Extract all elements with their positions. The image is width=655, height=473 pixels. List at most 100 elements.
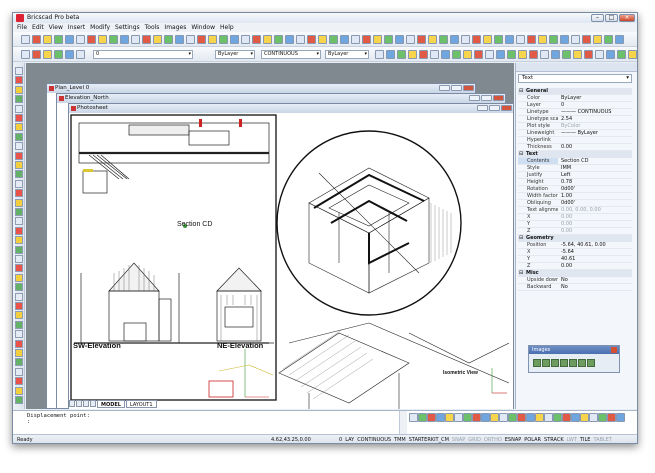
snap-tool-icon-7[interactable] bbox=[463, 413, 472, 422]
draw-tool-icon-13[interactable] bbox=[15, 179, 23, 188]
image-frame-icon[interactable] bbox=[560, 359, 568, 367]
toolbar-tool-icon-32[interactable] bbox=[362, 35, 371, 44]
snap-tool-icon-15[interactable] bbox=[535, 413, 544, 422]
prop-value[interactable]: ByLayer bbox=[558, 95, 632, 101]
prop-value[interactable]: 40.61 bbox=[558, 256, 632, 262]
prop-value[interactable]: 0d00' bbox=[558, 200, 632, 206]
status-toggle-tile[interactable]: TILE bbox=[580, 435, 590, 443]
toolbar-tool-icon-40[interactable] bbox=[450, 35, 459, 44]
snap-tool-icon-14[interactable] bbox=[526, 413, 535, 422]
status-toggle-polar[interactable]: POLAR bbox=[524, 435, 541, 443]
menu-help[interactable]: Help bbox=[220, 23, 239, 32]
toolbar-tool-icon-55[interactable] bbox=[615, 35, 624, 44]
prop-row[interactable]: Hyperlink bbox=[518, 137, 632, 144]
view-tool-icon-8[interactable] bbox=[452, 50, 461, 59]
draw-tool-icon-10[interactable] bbox=[15, 151, 23, 160]
prop-row[interactable]: Layer 0 bbox=[518, 102, 632, 109]
draw-tool-icon-2[interactable] bbox=[15, 76, 23, 85]
draw-tool-icon-24[interactable] bbox=[15, 283, 23, 292]
prop-value[interactable]: No bbox=[558, 277, 632, 283]
prop-section-geometry[interactable]: Geometry bbox=[518, 235, 632, 242]
status-toggle-ortho[interactable]: ORTHO bbox=[484, 435, 502, 443]
snap-tool-icon-22[interactable] bbox=[598, 413, 607, 422]
toolbar-tool-icon-22[interactable] bbox=[252, 35, 261, 44]
menu-images[interactable]: Images bbox=[164, 23, 191, 32]
draw-tool-icon-3[interactable] bbox=[15, 85, 23, 94]
view-tool-icon-19[interactable] bbox=[573, 50, 582, 59]
maximize-button[interactable]: □ bbox=[605, 14, 618, 22]
doc-close-button[interactable] bbox=[501, 105, 512, 111]
view-tool-icon-2[interactable] bbox=[386, 50, 395, 59]
snap-tool-icon-23[interactable] bbox=[607, 413, 616, 422]
toolbar-tool-icon-41[interactable] bbox=[461, 35, 470, 44]
menu-insert[interactable]: Insert bbox=[68, 23, 90, 32]
snap-tool-icon-13[interactable] bbox=[517, 413, 526, 422]
status-toggle-tablet[interactable]: TABLET bbox=[593, 435, 612, 443]
toolbar-tool-icon-24[interactable] bbox=[274, 35, 283, 44]
prop-row[interactable]: Position -5.64, 40.61, 0.00 bbox=[518, 242, 632, 249]
prop-section-text[interactable]: Text bbox=[518, 151, 632, 158]
view-tool-icon-18[interactable] bbox=[562, 50, 571, 59]
snap-tool-icon-8[interactable] bbox=[472, 413, 481, 422]
toolbar-tool-icon-5[interactable] bbox=[65, 35, 74, 44]
prop-value[interactable]: 0.00, 0.00, 0.00 bbox=[558, 207, 632, 213]
toolbar-tool-icon-10[interactable] bbox=[120, 35, 129, 44]
toolbar-tool-icon-54[interactable] bbox=[604, 35, 613, 44]
toolbar-tool-icon-33[interactable] bbox=[373, 35, 382, 44]
status-toggle-snap[interactable]: SNAP bbox=[452, 435, 465, 443]
snap-tool-icon-16[interactable] bbox=[544, 413, 553, 422]
prop-section-misc[interactable]: Misc bbox=[518, 270, 632, 277]
draw-tool-icon-18[interactable] bbox=[15, 226, 23, 235]
draw-tool-icon-35[interactable] bbox=[15, 386, 23, 395]
prop-row[interactable]: Lineweight ——— ByLayer bbox=[518, 130, 632, 137]
layer-tool-icon-6[interactable] bbox=[76, 50, 85, 59]
prop-value[interactable]: 0.00 bbox=[558, 263, 632, 269]
doc-close-button[interactable] bbox=[463, 85, 474, 91]
draw-tool-icon-27[interactable] bbox=[15, 311, 23, 320]
draw-tool-icon-34[interactable] bbox=[15, 377, 23, 386]
view-tool-icon-7[interactable] bbox=[441, 50, 450, 59]
draw-tool-icon-17[interactable] bbox=[15, 217, 23, 226]
snap-tool-icon-6[interactable] bbox=[454, 413, 463, 422]
draw-tool-icon-5[interactable] bbox=[15, 104, 23, 113]
snap-tool-icon-11[interactable] bbox=[499, 413, 508, 422]
view-tool-icon-6[interactable] bbox=[430, 50, 439, 59]
prop-value[interactable]: 0.78 bbox=[558, 179, 632, 185]
prop-row[interactable]: Obliquing 0d00' bbox=[518, 200, 632, 207]
object-type-combo[interactable]: Text ▾ bbox=[518, 74, 632, 83]
prop-row[interactable]: Style IMM bbox=[518, 165, 632, 172]
toolbar-tool-icon-12[interactable] bbox=[142, 35, 151, 44]
toolbar-tool-icon-37[interactable] bbox=[417, 35, 426, 44]
draw-tool-icon-26[interactable] bbox=[15, 302, 23, 310]
layer-tool-icon-3[interactable] bbox=[43, 50, 52, 59]
drawing-canvas[interactable] bbox=[69, 113, 513, 409]
toolbar-tool-icon-21[interactable] bbox=[241, 35, 250, 44]
draw-tool-icon-9[interactable] bbox=[15, 142, 23, 151]
snap-tool-icon-21[interactable] bbox=[589, 413, 598, 422]
toolbar-tool-icon-7[interactable] bbox=[87, 35, 96, 44]
view-tool-icon-20[interactable] bbox=[584, 50, 593, 59]
menu-window[interactable]: Window bbox=[191, 23, 220, 32]
toolbar-tool-icon-43[interactable] bbox=[483, 35, 492, 44]
prop-value[interactable] bbox=[558, 137, 632, 143]
layer-tool-icon-2[interactable] bbox=[32, 50, 41, 59]
prop-row[interactable]: Z 0.00 bbox=[518, 228, 632, 235]
prop-row[interactable]: Justify Left bbox=[518, 172, 632, 179]
draw-tool-icon-16[interactable] bbox=[15, 208, 23, 216]
draw-tool-icon-25[interactable] bbox=[15, 292, 23, 301]
toolbar-tool-icon-8[interactable] bbox=[98, 35, 107, 44]
status-toggle-lay[interactable]: LAY bbox=[345, 435, 354, 443]
prop-value[interactable]: Left bbox=[558, 172, 632, 178]
status-toggle-starterkit_cm[interactable]: STARTERKIT_CM bbox=[409, 435, 449, 443]
toolbar-tool-icon-20[interactable] bbox=[230, 35, 239, 44]
doc-minimize-button[interactable] bbox=[439, 85, 450, 91]
toolbar-tool-icon-42[interactable] bbox=[472, 35, 481, 44]
draw-tool-icon-11[interactable] bbox=[15, 161, 23, 169]
prop-value[interactable]: ——— ByLayer bbox=[558, 130, 632, 136]
draw-tool-icon-28[interactable] bbox=[15, 320, 23, 329]
toolbar-tool-icon-53[interactable] bbox=[593, 35, 602, 44]
snap-tool-icon-12[interactable] bbox=[508, 413, 517, 422]
toolbar-tool-icon-26[interactable] bbox=[296, 35, 305, 44]
menu-settings[interactable]: Settings bbox=[115, 23, 145, 32]
prop-value[interactable]: ByColor bbox=[558, 123, 632, 129]
